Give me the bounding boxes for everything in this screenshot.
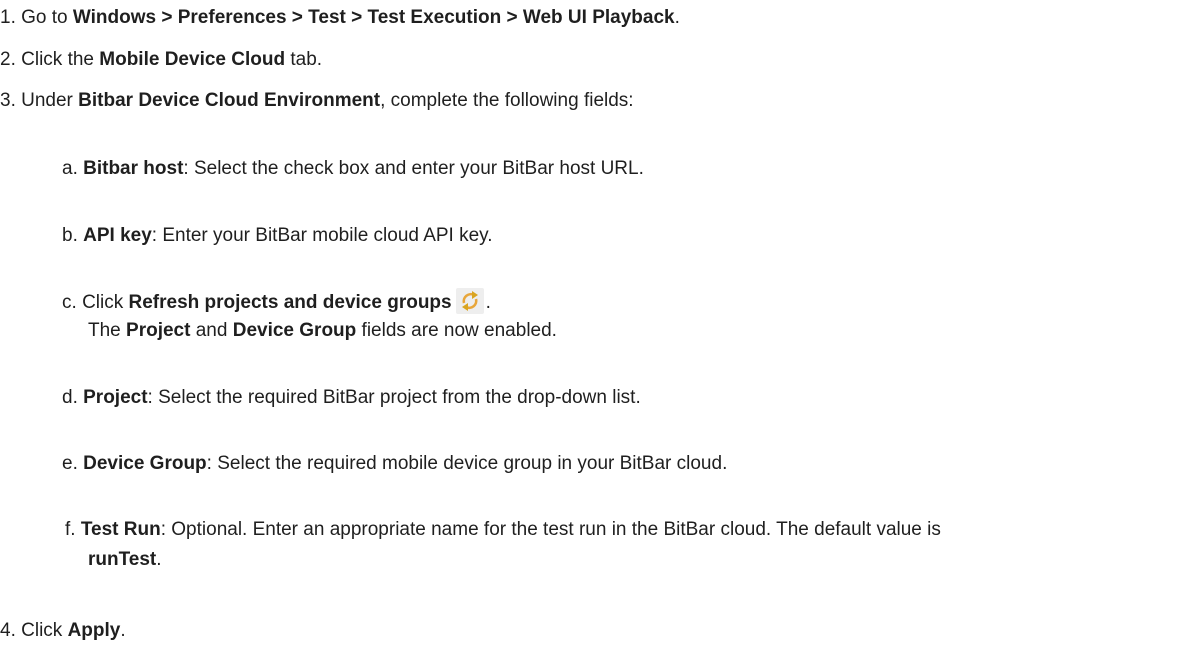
step-text-suffix: .: [120, 620, 126, 641]
substep-letter: f.: [65, 519, 81, 540]
substep-e: e. Device Group: Select the required mob…: [62, 450, 727, 478]
substep-f: f. Test Run: Optional. Enter an appropri…: [65, 516, 941, 544]
step-text: Under: [21, 90, 79, 111]
field-name: API key: [83, 225, 152, 246]
substep-letter: a.: [62, 158, 84, 179]
field-name: Project: [83, 387, 148, 408]
substep-d: d. Project: Select the required BitBar p…: [62, 384, 641, 412]
result-text: fields are now enabled.: [356, 320, 557, 341]
substep-text: : Enter your BitBar mobile cloud API key…: [151, 225, 493, 246]
step-text: Go to: [21, 7, 73, 28]
field-name: Test Run: [80, 519, 161, 540]
substep-c: c. Click Refresh projects and device gro…: [62, 288, 491, 317]
step-number: 3.: [0, 90, 22, 111]
substep-text: Click: [82, 292, 129, 313]
substep-f-continued: runTest.: [88, 546, 162, 574]
substep-a: a. Bitbar host: Select the check box and…: [62, 155, 644, 183]
menu-path: Windows > Preferences > Test > Test Exec…: [72, 7, 675, 28]
button-name: Refresh projects and device groups: [128, 292, 452, 313]
substep-text: : Select the check box and enter your Bi…: [183, 158, 644, 179]
refresh-icon: [455, 288, 484, 314]
step-number: 4.: [0, 620, 22, 641]
button-name: Apply: [67, 620, 121, 641]
field-name: Device Group: [232, 320, 357, 341]
step-1: 1. Go to Windows > Preferences > Test > …: [0, 4, 680, 32]
substep-text-suffix: .: [485, 292, 491, 313]
substep-letter: b.: [62, 225, 84, 246]
step-text: Click the: [21, 49, 100, 70]
step-2: 2. Click the Mobile Device Cloud tab.: [0, 46, 322, 74]
substep-text: : Select the required mobile device grou…: [206, 453, 728, 474]
substep-text: : Select the required BitBar project fro…: [147, 387, 641, 408]
substep-letter: e.: [62, 453, 84, 474]
document-page: 1. Go to Windows > Preferences > Test > …: [0, 0, 1201, 663]
substep-letter: c.: [62, 292, 83, 313]
step-3: 3. Under Bitbar Device Cloud Environment…: [0, 87, 634, 115]
substep-b: b. API key: Enter your BitBar mobile clo…: [62, 222, 493, 250]
section-name: Bitbar Device Cloud Environment: [78, 90, 381, 111]
tab-name: Mobile Device Cloud: [99, 49, 286, 70]
substep-text: : Optional. Enter an appropriate name fo…: [160, 519, 941, 540]
field-name: Project: [126, 320, 191, 341]
step-text: Click: [21, 620, 68, 641]
step-text-suffix: tab.: [285, 49, 323, 70]
substep-c-result: The Project and Device Group fields are …: [88, 317, 557, 345]
step-text-suffix: .: [674, 7, 680, 28]
step-4: 4. Click Apply.: [0, 617, 126, 645]
field-name: Device Group: [83, 453, 207, 474]
substep-text-suffix: .: [156, 549, 162, 570]
result-text: The: [88, 320, 127, 341]
substep-letter: d.: [62, 387, 84, 408]
step-number: 1.: [0, 7, 22, 28]
result-text: and: [190, 320, 233, 341]
step-number: 2.: [0, 49, 22, 70]
default-value: runTest: [88, 549, 157, 570]
field-name: Bitbar host: [83, 158, 184, 179]
step-text-suffix: , complete the following fields:: [380, 90, 634, 111]
